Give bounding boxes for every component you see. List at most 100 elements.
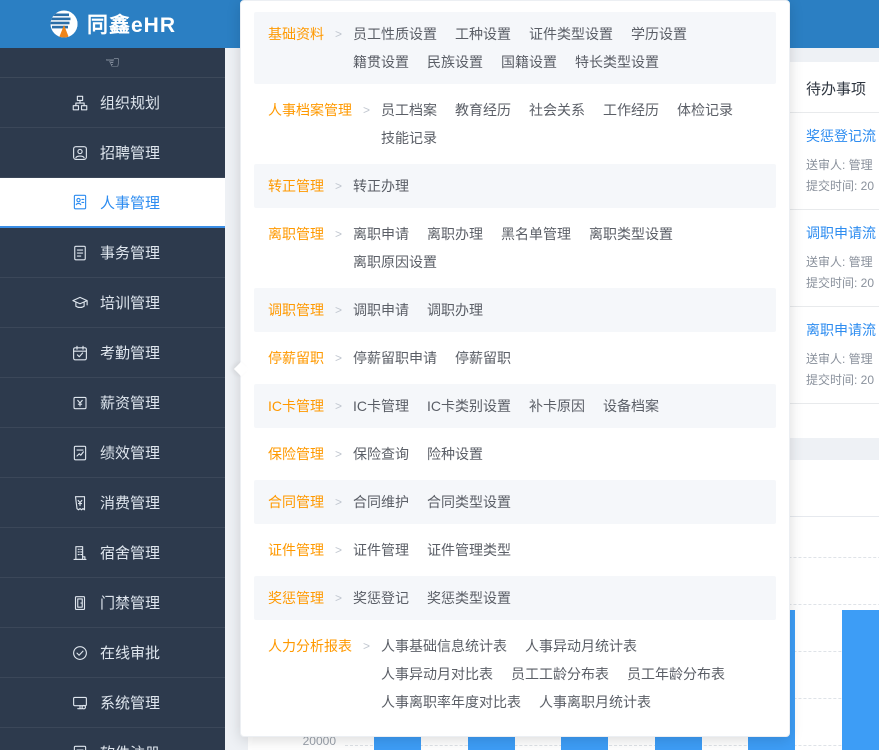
chevron-right-icon: >	[363, 632, 370, 660]
flyout-menu-item[interactable]: 人事基础信息统计表	[381, 632, 507, 660]
flyout-category[interactable]: 停薪留职	[268, 344, 324, 372]
affairs-icon	[71, 244, 89, 262]
flyout-category[interactable]: 调职管理	[268, 296, 324, 324]
chevron-right-icon: >	[335, 536, 342, 564]
flyout-menu-item[interactable]: 教育经历	[455, 96, 511, 124]
chevron-right-icon: >	[363, 96, 370, 124]
sidebar-item-label: 门禁管理	[100, 592, 160, 613]
flyout-menu-item[interactable]: 籍贯设置	[353, 48, 409, 76]
flyout-menu-item[interactable]: 学历设置	[631, 20, 687, 48]
sidebar-item-system[interactable]: 系统管理	[0, 678, 225, 728]
sidebar-item-label: 招聘管理	[100, 142, 160, 163]
flyout-menu-item[interactable]: 人事异动月对比表	[381, 660, 493, 688]
sidebar-item-performance[interactable]: 绩效管理	[0, 428, 225, 478]
flyout-category[interactable]: 人事档案管理	[268, 96, 352, 124]
flyout-menu-item[interactable]: 离职申请	[353, 220, 409, 248]
sidebar-item-online-approval[interactable]: 在线审批	[0, 628, 225, 678]
flyout-menu-item[interactable]: 奖惩登记	[353, 584, 409, 612]
flyout-menu-item[interactable]: IC卡管理	[353, 392, 409, 420]
flyout-section: 证件管理>证件管理证件管理类型	[254, 528, 776, 572]
flyout-section: 人力分析报表 > 人事基础信息统计表人事异动月统计表人事异动月对比表员工工龄分布表员…	[254, 624, 776, 724]
flyout-item-list: IC卡管理 IC卡类别设置补卡原因设备档案	[353, 392, 746, 420]
todo-link[interactable]: 奖惩登记流	[806, 126, 879, 146]
flyout-menu-item[interactable]: 离职原因设置	[353, 248, 437, 276]
flyout-menu-item[interactable]: 员工档案	[381, 96, 437, 124]
sidebar-item-dormitory[interactable]: 宿舍管理	[0, 528, 225, 578]
flyout-category[interactable]: 人力分析报表	[268, 632, 352, 660]
flyout-menu-item[interactable]: 技能记录	[381, 124, 437, 152]
sidebar-item-org-chart[interactable]: 组织规划	[0, 78, 225, 128]
flyout-menu-item[interactable]: 保险查询	[353, 440, 409, 468]
flyout-menu-item[interactable]: 员工年龄分布表	[627, 660, 725, 688]
sidebar-item-affairs[interactable]: 事务管理	[0, 228, 225, 278]
sidebar-item-salary[interactable]: 薪资管理	[0, 378, 225, 428]
flyout-category[interactable]: 保险管理	[268, 440, 324, 468]
collapse-sidebar-button[interactable]: ☜	[0, 48, 225, 78]
flyout-menu-item[interactable]: 社会关系	[529, 96, 585, 124]
flyout-menu-item[interactable]: 工种设置	[455, 20, 511, 48]
flyout-menu-item[interactable]: 调职申请	[353, 296, 409, 324]
system-icon	[71, 694, 89, 712]
flyout-category[interactable]: 证件管理	[268, 536, 324, 564]
sidebar-item-label: 在线审批	[100, 642, 160, 663]
flyout-menu-item[interactable]: 体检记录	[677, 96, 733, 124]
flyout-menu-item[interactable]: 人事离职月统计表	[539, 688, 651, 716]
sidebar-item-software-register[interactable]: 软件注册	[0, 728, 225, 750]
flyout-section: IC卡管理>IC卡管理IC卡类别设置补卡原因设备档案	[254, 384, 776, 428]
flyout-menu-item[interactable]: 补卡原因	[529, 392, 585, 420]
todo-sender: 送审人: 管理	[806, 349, 879, 370]
todo-link[interactable]: 调职申请流	[806, 223, 879, 243]
sidebar-item-consumption[interactable]: 消费管理	[0, 478, 225, 528]
sidebar-item-personnel[interactable]: 人事管理	[0, 178, 225, 228]
flyout-sections: 基础资料 > 员工性质设置工种设置证件类型设置学历设置籍贯设置民族设置国籍设置特长类…	[241, 12, 789, 724]
flyout-menu-item[interactable]: 险种设置	[427, 440, 483, 468]
flyout-menu-item[interactable]: IC卡类别设置	[427, 392, 511, 420]
sidebar-item-attendance[interactable]: 考勤管理	[0, 328, 225, 378]
flyout-menu-item[interactable]: 设备档案	[603, 392, 659, 420]
flyout-menu-item[interactable]: 转正办理	[353, 172, 409, 200]
flyout-menu-item[interactable]: 证件管理	[353, 536, 409, 564]
bar	[842, 610, 879, 750]
flyout-category[interactable]: 奖惩管理	[268, 584, 324, 612]
flyout-menu-item[interactable]: 奖惩类型设置	[427, 584, 511, 612]
sidebar-item-label: 软件注册	[100, 742, 160, 750]
flyout-menu-item[interactable]: 证件管理类型	[427, 536, 511, 564]
flyout-menu-item[interactable]: 民族设置	[427, 48, 483, 76]
flyout-category[interactable]: IC卡管理	[268, 392, 324, 420]
flyout-menu-item[interactable]: 人事异动月统计表	[525, 632, 637, 660]
app-title: 同鑫eHR	[87, 9, 176, 39]
flyout-category[interactable]: 基础资料	[268, 20, 324, 48]
flyout-item-list: 证件管理证件管理类型	[353, 536, 746, 564]
flyout-menu-item[interactable]: 停薪留职	[455, 344, 511, 372]
flyout-category[interactable]: 转正管理	[268, 172, 324, 200]
sidebar-item-label: 消费管理	[100, 492, 160, 513]
flyout-menu-item[interactable]: 国籍设置	[501, 48, 557, 76]
flyout-menu-item[interactable]: 员工工龄分布表	[511, 660, 609, 688]
flyout-menu-item[interactable]: 员工性质设置	[353, 20, 437, 48]
flyout-item-list: 员工性质设置工种设置证件类型设置学历设置籍贯设置民族设置国籍设置特长类型设置	[353, 20, 746, 76]
sidebar-item-training[interactable]: 培训管理	[0, 278, 225, 328]
logo-icon	[49, 9, 79, 39]
todo-link[interactable]: 离职申请流	[806, 320, 879, 340]
flyout-menu-item[interactable]: 黑名单管理	[501, 220, 571, 248]
flyout-menu-item[interactable]: 调职办理	[427, 296, 483, 324]
flyout-category[interactable]: 合同管理	[268, 488, 324, 516]
flyout-menu-item[interactable]: 合同维护	[353, 488, 409, 516]
brand: 同鑫eHR	[0, 9, 225, 39]
sidebar-item-label: 人事管理	[100, 192, 160, 213]
sidebar-item-access-control[interactable]: 门禁管理	[0, 578, 225, 628]
flyout-menu-item[interactable]: 离职办理	[427, 220, 483, 248]
flyout-menu-item[interactable]: 停薪留职申请	[353, 344, 437, 372]
sidebar-item-label: 培训管理	[100, 292, 160, 313]
chevron-right-icon: >	[335, 172, 342, 200]
todo-submit-time: 提交时间: 20	[806, 176, 879, 197]
flyout-menu-item[interactable]: 人事离职率年度对比表	[381, 688, 521, 716]
flyout-menu-item[interactable]: 工作经历	[603, 96, 659, 124]
sidebar-item-recruitment[interactable]: 招聘管理	[0, 128, 225, 178]
flyout-category[interactable]: 离职管理	[268, 220, 324, 248]
flyout-menu-item[interactable]: 离职类型设置	[589, 220, 673, 248]
flyout-menu-item[interactable]: 合同类型设置	[427, 488, 511, 516]
consumption-icon	[71, 494, 89, 512]
flyout-menu-item[interactable]: 证件类型设置	[529, 20, 613, 48]
flyout-menu-item[interactable]: 特长类型设置	[575, 48, 659, 76]
